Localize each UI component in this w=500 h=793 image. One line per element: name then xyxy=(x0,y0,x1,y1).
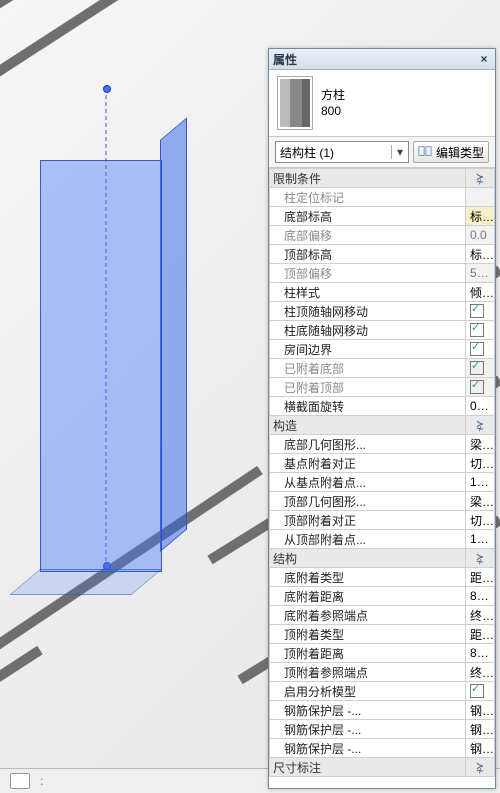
val-cover2[interactable]: 钢筋保护层 1... xyxy=(466,720,495,739)
panel-title: 属性 xyxy=(273,51,297,68)
selection-filter-combo[interactable]: 结构柱 (1) ▾ xyxy=(275,141,409,163)
val-room-bound[interactable] xyxy=(466,340,495,359)
val-base-att-ref[interactable]: 终点 xyxy=(466,606,495,625)
val-base-geom[interactable]: 梁顶部 xyxy=(466,435,495,454)
val-base-just[interactable]: 切点 xyxy=(466,454,495,473)
val-from-top[interactable]: 12.7 xyxy=(466,530,495,549)
edit-type-button[interactable]: 编辑类型 xyxy=(413,141,489,163)
val-col-style[interactable]: 倾斜 - 端点控... xyxy=(466,283,495,302)
group-structure[interactable]: 结构⋩ xyxy=(270,549,495,568)
panel-titlebar[interactable]: 属性 × xyxy=(269,49,495,70)
group-construct[interactable]: 构造⋩ xyxy=(270,416,495,435)
selection-filter-value: 结构柱 (1) xyxy=(276,144,391,161)
view-icon[interactable] xyxy=(10,773,30,789)
grip-top[interactable] xyxy=(103,85,111,93)
property-grid[interactable]: 限制条件⋩ 柱定位标记 底部标高标高1 底部偏移0.0 顶部标高标高1 顶部偏移… xyxy=(269,168,495,788)
val-top-att-ref[interactable]: 终点 xyxy=(466,663,495,682)
val-from-base[interactable]: 12.7 xyxy=(466,473,495,492)
selected-column[interactable] xyxy=(40,140,185,570)
group-dims[interactable]: 尺寸标注⋩ xyxy=(270,758,495,777)
type-thumbnail xyxy=(277,76,313,130)
type-size: 800 xyxy=(321,103,345,119)
val-base-att-dist[interactable]: 8700.0 xyxy=(466,587,495,606)
group-constraints[interactable]: 限制条件⋩ xyxy=(270,169,495,188)
val-cover1[interactable]: 钢筋保护层 1... xyxy=(466,701,495,720)
val-xsec-rot[interactable]: 0.000° xyxy=(466,397,495,416)
val-move-base-grid[interactable] xyxy=(466,321,495,340)
properties-panel: 属性 × 方柱 800 结构柱 (1) ▾ 编辑类型 限制条件⋩ 柱定位标记 底… xyxy=(268,48,496,789)
val-base-level[interactable]: 标高1 xyxy=(466,207,495,226)
close-icon[interactable]: × xyxy=(477,52,491,66)
family-name: 方柱 xyxy=(321,87,345,103)
type-selector-row[interactable]: 方柱 800 xyxy=(269,70,495,137)
val-attached-top xyxy=(466,378,495,397)
val-top-att-dist[interactable]: 8700.0 xyxy=(466,644,495,663)
val-top-offset: 5100.0 xyxy=(466,264,495,283)
val-col-locate xyxy=(466,188,495,207)
status-sep: : xyxy=(40,774,43,788)
val-base-offset: 0.0 xyxy=(466,226,495,245)
val-top-level[interactable]: 标高1 xyxy=(466,245,495,264)
val-top-att-type[interactable]: 距离 xyxy=(466,625,495,644)
edit-type-label: 编辑类型 xyxy=(436,144,484,161)
val-analytic[interactable] xyxy=(466,682,495,701)
val-cover3[interactable]: 钢筋保护层 1... xyxy=(466,739,495,758)
chevron-down-icon[interactable]: ▾ xyxy=(391,145,408,159)
val-base-att-type[interactable]: 距离 xyxy=(466,568,495,587)
val-attached-base xyxy=(466,359,495,378)
val-move-top-grid[interactable] xyxy=(466,302,495,321)
val-top-just[interactable]: 切点 xyxy=(466,511,495,530)
val-top-geom[interactable]: 梁底部 xyxy=(466,492,495,511)
